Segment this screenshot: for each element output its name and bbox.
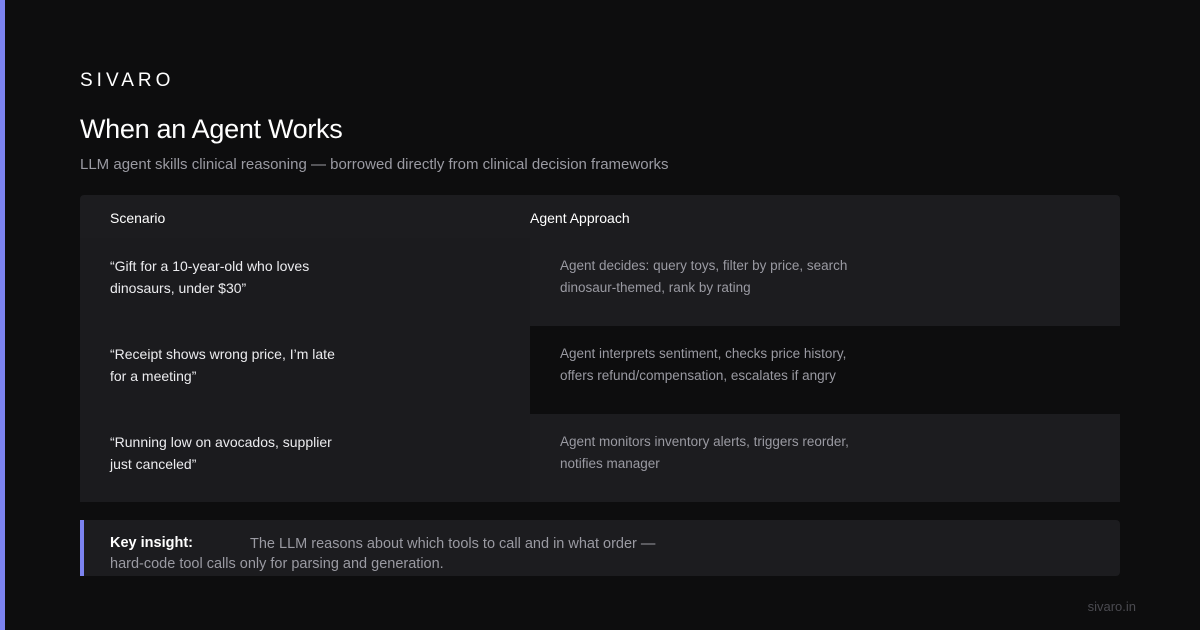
table-row: “Receipt shows wrong price, I’m late for… bbox=[80, 326, 1120, 414]
page-subtitle: LLM agent skills clinical reasoning — bo… bbox=[80, 156, 669, 173]
page-title: When an Agent Works bbox=[80, 114, 343, 144]
scenario-table: Scenario Agent Approach “Gift for a 10-y… bbox=[80, 195, 1120, 502]
approach-text: Agent interprets sentiment, checks price… bbox=[560, 346, 847, 383]
brand-logo: SIVARO bbox=[80, 70, 175, 91]
column-header-scenario: Scenario bbox=[110, 210, 166, 226]
scenario-cell: “Running low on avocados, supplier just … bbox=[80, 414, 530, 502]
table-header: Scenario Agent Approach bbox=[80, 195, 1120, 238]
insight-label: Key insight: bbox=[110, 535, 193, 551]
approach-text: Agent monitors inventory alerts, trigger… bbox=[560, 434, 849, 471]
approach-text: Agent decides: query toys, filter by pri… bbox=[560, 258, 848, 295]
key-insight-callout: The LLM reasons about which tools to cal… bbox=[80, 520, 1120, 576]
approach-cell: Agent interprets sentiment, checks price… bbox=[530, 326, 1120, 414]
approach-cell: Agent decides: query toys, filter by pri… bbox=[530, 238, 1120, 326]
approach-cell: Agent monitors inventory alerts, trigger… bbox=[530, 414, 1120, 502]
footer-url: sivaro.in bbox=[1087, 599, 1136, 614]
scenario-text: “Gift for a 10-year-old who loves dinosa… bbox=[110, 258, 310, 296]
scenario-cell: “Receipt shows wrong price, I’m late for… bbox=[80, 326, 530, 414]
insight-accent-bar bbox=[80, 520, 84, 576]
scenario-text: “Receipt shows wrong price, I’m late for… bbox=[110, 346, 335, 384]
scenario-cell: “Gift for a 10-year-old who loves dinosa… bbox=[80, 238, 530, 326]
column-header-approach: Agent Approach bbox=[530, 210, 630, 226]
table-row: “Running low on avocados, supplier just … bbox=[80, 414, 1120, 502]
table-row: “Gift for a 10-year-old who loves dinosa… bbox=[80, 238, 1120, 326]
scenario-text: “Running low on avocados, supplier just … bbox=[110, 434, 332, 472]
insight-text: The LLM reasons about which tools to cal… bbox=[110, 536, 656, 572]
left-accent-bar bbox=[0, 0, 5, 630]
